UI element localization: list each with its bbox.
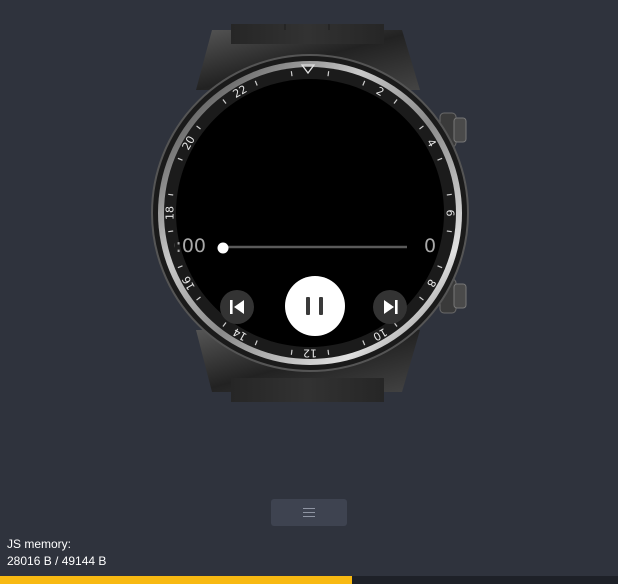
hamburger-menu-icon [303, 508, 315, 517]
bezel-tick [290, 71, 293, 77]
memory-usage-bar [0, 576, 618, 584]
bezel-number: 18 [164, 206, 177, 220]
play-pause-button[interactable] [285, 276, 345, 336]
bezel-tick [168, 230, 174, 233]
smartwatch: 246810121416182022 [151, 24, 469, 402]
bezel-number: 6 [444, 210, 457, 217]
bezel-tick [168, 193, 174, 196]
memory-label: JS memory: [7, 537, 72, 551]
bezel-tick [446, 230, 452, 233]
progress-handle[interactable] [217, 242, 229, 254]
bezel-tick [446, 193, 452, 196]
previous-button[interactable] [220, 290, 254, 324]
remaining-time: 0:00 [424, 236, 438, 256]
elapsed-time: 0:00 [174, 236, 206, 256]
menu-button[interactable] [271, 499, 347, 526]
bezel-tick [327, 71, 330, 77]
memory-usage-fill [0, 576, 353, 584]
bezel-tick [327, 349, 330, 355]
bezel-tick [290, 349, 293, 355]
bezel-number: 12 [303, 347, 317, 360]
memory-value: 28016 B / 49144 B [7, 554, 107, 568]
next-button[interactable] [373, 290, 407, 324]
